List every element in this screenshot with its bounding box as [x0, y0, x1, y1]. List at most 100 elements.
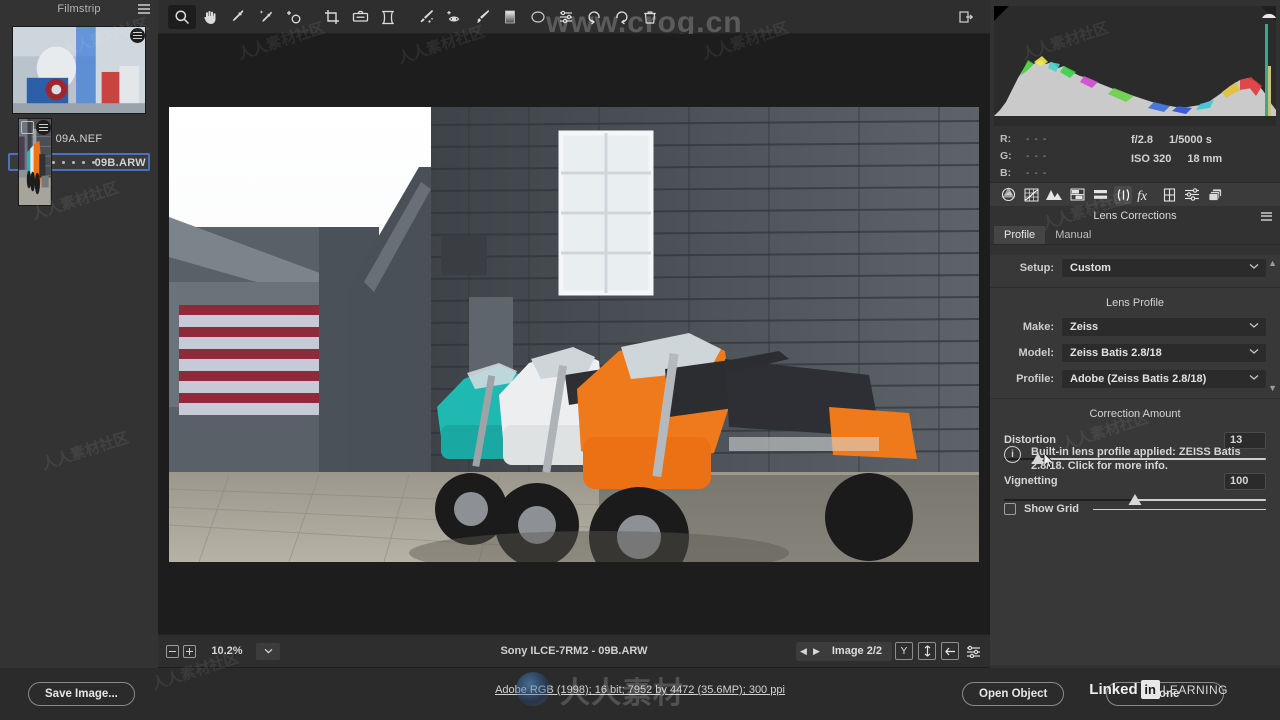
- preview-image[interactable]: [169, 106, 979, 562]
- watermark-learning-text: LEARNING: [1162, 682, 1228, 697]
- crop-tool[interactable]: [318, 5, 346, 29]
- rotate-counterclockwise-tool[interactable]: [580, 5, 608, 29]
- sliders-icon: [966, 645, 980, 658]
- crop-badge-icon: [21, 121, 34, 134]
- scroll-down-icon[interactable]: ▼: [1268, 383, 1277, 393]
- hamburger-icon[interactable]: [138, 4, 150, 14]
- calibration-icon: [1163, 187, 1175, 202]
- histogram[interactable]: [994, 6, 1276, 126]
- show-grid-label: Show Grid: [1024, 503, 1079, 515]
- tab-presets[interactable]: [1183, 186, 1201, 204]
- preview-toggle-button[interactable]: Y: [895, 642, 913, 660]
- mountains-icon: [1046, 190, 1062, 200]
- sync-settings-button[interactable]: [918, 642, 936, 660]
- straighten-tool[interactable]: [346, 5, 374, 29]
- tab-detail[interactable]: [1045, 186, 1063, 204]
- fullscreen-toggle-button[interactable]: [952, 5, 980, 29]
- tab-color-mixer[interactable]: [1068, 186, 1086, 204]
- thumbnail-rating[interactable]: [51, 153, 95, 171]
- split-tone-icon: [1093, 190, 1107, 199]
- make-label: Make:: [1022, 321, 1054, 333]
- tab-effects[interactable]: fx: [1137, 186, 1155, 204]
- exif-row: ISO 320 18 mm: [1131, 149, 1270, 168]
- chevron-down-icon: [1249, 349, 1259, 354]
- watermark-linked-text: Linked: [1089, 681, 1138, 698]
- lens-profile-info[interactable]: i Built-in lens profile applied: ZEISS B…: [990, 445, 1280, 473]
- rating-dot: [61, 160, 65, 164]
- profile-dropdown[interactable]: Adobe (Zeiss Batis 2.8/18): [1062, 370, 1266, 388]
- zoom-in-button[interactable]: [183, 644, 196, 658]
- chevron-down-icon: [264, 648, 272, 654]
- spot-heal-tool[interactable]: [412, 5, 440, 29]
- tab-optics[interactable]: [1114, 185, 1132, 204]
- filmstrip-options-button[interactable]: [964, 642, 982, 660]
- lens-corrections-body: ▲ Setup: Custom Lens Profile Make: Zeiss…: [990, 255, 1280, 665]
- info-circle-icon: i: [1004, 446, 1021, 463]
- triangle-left-icon[interactable]: ◀: [800, 646, 807, 657]
- radial-filter-tool[interactable]: [524, 5, 552, 29]
- rgb-readout: R: - - - G: - - - B: - - -: [1000, 130, 1105, 182]
- rotate-clockwise-tool[interactable]: [608, 5, 636, 29]
- info-text: Built-in lens profile applied: ZEISS Bat…: [1031, 446, 1241, 472]
- iso-value: ISO 320: [1131, 152, 1172, 165]
- zoom-tool[interactable]: [168, 4, 196, 29]
- red-eye-tool[interactable]: [440, 5, 468, 29]
- subtab-manual[interactable]: Manual: [1045, 226, 1101, 244]
- make-dropdown[interactable]: Zeiss: [1062, 318, 1266, 336]
- rating-dot: [71, 160, 75, 164]
- linkedin-learning-watermark: Linked in LEARNING: [1089, 680, 1228, 699]
- tab-basic[interactable]: [999, 186, 1017, 204]
- filmstrip-title: Filmstrip: [57, 3, 101, 15]
- model-row: Model: Zeiss Batis 2.8/18: [1004, 340, 1266, 366]
- aperture-value: f/2.8: [1131, 133, 1154, 146]
- show-grid-row[interactable]: Show Grid: [990, 503, 1280, 515]
- trash-tool[interactable]: [636, 5, 664, 29]
- tab-snapshots[interactable]: [1206, 186, 1224, 204]
- open-object-button[interactable]: Open Object: [962, 682, 1065, 706]
- show-grid-checkbox[interactable]: [1004, 503, 1016, 515]
- image-canvas[interactable]: [158, 34, 990, 634]
- arrow-left-icon: [945, 647, 955, 655]
- triangle-right-icon[interactable]: ▶: [813, 646, 820, 657]
- model-value: Zeiss Batis 2.8/18: [1070, 347, 1162, 359]
- profile-label: Profile:: [1016, 373, 1054, 385]
- model-dropdown[interactable]: Zeiss Batis 2.8/18: [1062, 344, 1266, 362]
- targeted-adjustment-tool[interactable]: [280, 5, 308, 29]
- shutter-value: 1/5000 s: [1169, 133, 1212, 146]
- channel-value-g: - - -: [1026, 149, 1048, 162]
- snapshots-layers-icon: [1208, 188, 1222, 201]
- tab-tone-curve[interactable]: [1022, 186, 1040, 204]
- vignetting-value-field[interactable]: 100: [1224, 472, 1266, 490]
- list-item[interactable]: 09B.ARW: [8, 118, 150, 206]
- lens-correction-icon: [1117, 188, 1129, 201]
- sliders-tool[interactable]: [552, 5, 580, 29]
- panel-menu-icon[interactable]: [1261, 211, 1272, 221]
- graduated-filter-tool[interactable]: [496, 5, 524, 29]
- setup-label: Setup:: [1019, 262, 1054, 274]
- preview-toggle-label: Y: [900, 645, 908, 657]
- transform-tool[interactable]: [374, 5, 402, 29]
- filmstrip-panel: Filmstrip 09A.NEF 09B.ARW: [0, 0, 158, 668]
- thumbnail-image[interactable]: [18, 118, 52, 206]
- subtab-profile[interactable]: Profile: [994, 226, 1046, 244]
- color-sampler-tool[interactable]: [252, 5, 280, 29]
- workflow-options-link[interactable]: Adobe RGB (1998); 16 bit; 7952 by 4472 (…: [0, 684, 1280, 696]
- model-label: Model:: [1018, 347, 1054, 359]
- zoom-dropdown-button[interactable]: [256, 642, 280, 660]
- channel-value-r: - - -: [1026, 132, 1048, 145]
- right-panel: R: - - - G: - - - B: - - - f/2.8 1/5000 …: [990, 0, 1280, 668]
- setup-dropdown[interactable]: Custom: [1062, 259, 1266, 277]
- filmstrip-toggle-button[interactable]: [941, 642, 959, 660]
- scroll-up-icon[interactable]: ▲: [1268, 258, 1277, 268]
- fx-icon: fx: [1137, 189, 1148, 202]
- white-balance-tool[interactable]: [224, 5, 252, 29]
- rgb-row: G: - - -: [1000, 147, 1105, 164]
- grid-amount-slider[interactable]: [1093, 508, 1266, 510]
- tab-calibration[interactable]: [1160, 186, 1178, 204]
- adjustment-brush-tool[interactable]: [468, 5, 496, 29]
- tab-color-grading[interactable]: [1091, 186, 1109, 204]
- hand-tool[interactable]: [196, 5, 224, 29]
- thumbnail-image[interactable]: [12, 26, 146, 114]
- zoom-out-button[interactable]: [166, 644, 179, 658]
- status-buttons: Y: [890, 642, 982, 660]
